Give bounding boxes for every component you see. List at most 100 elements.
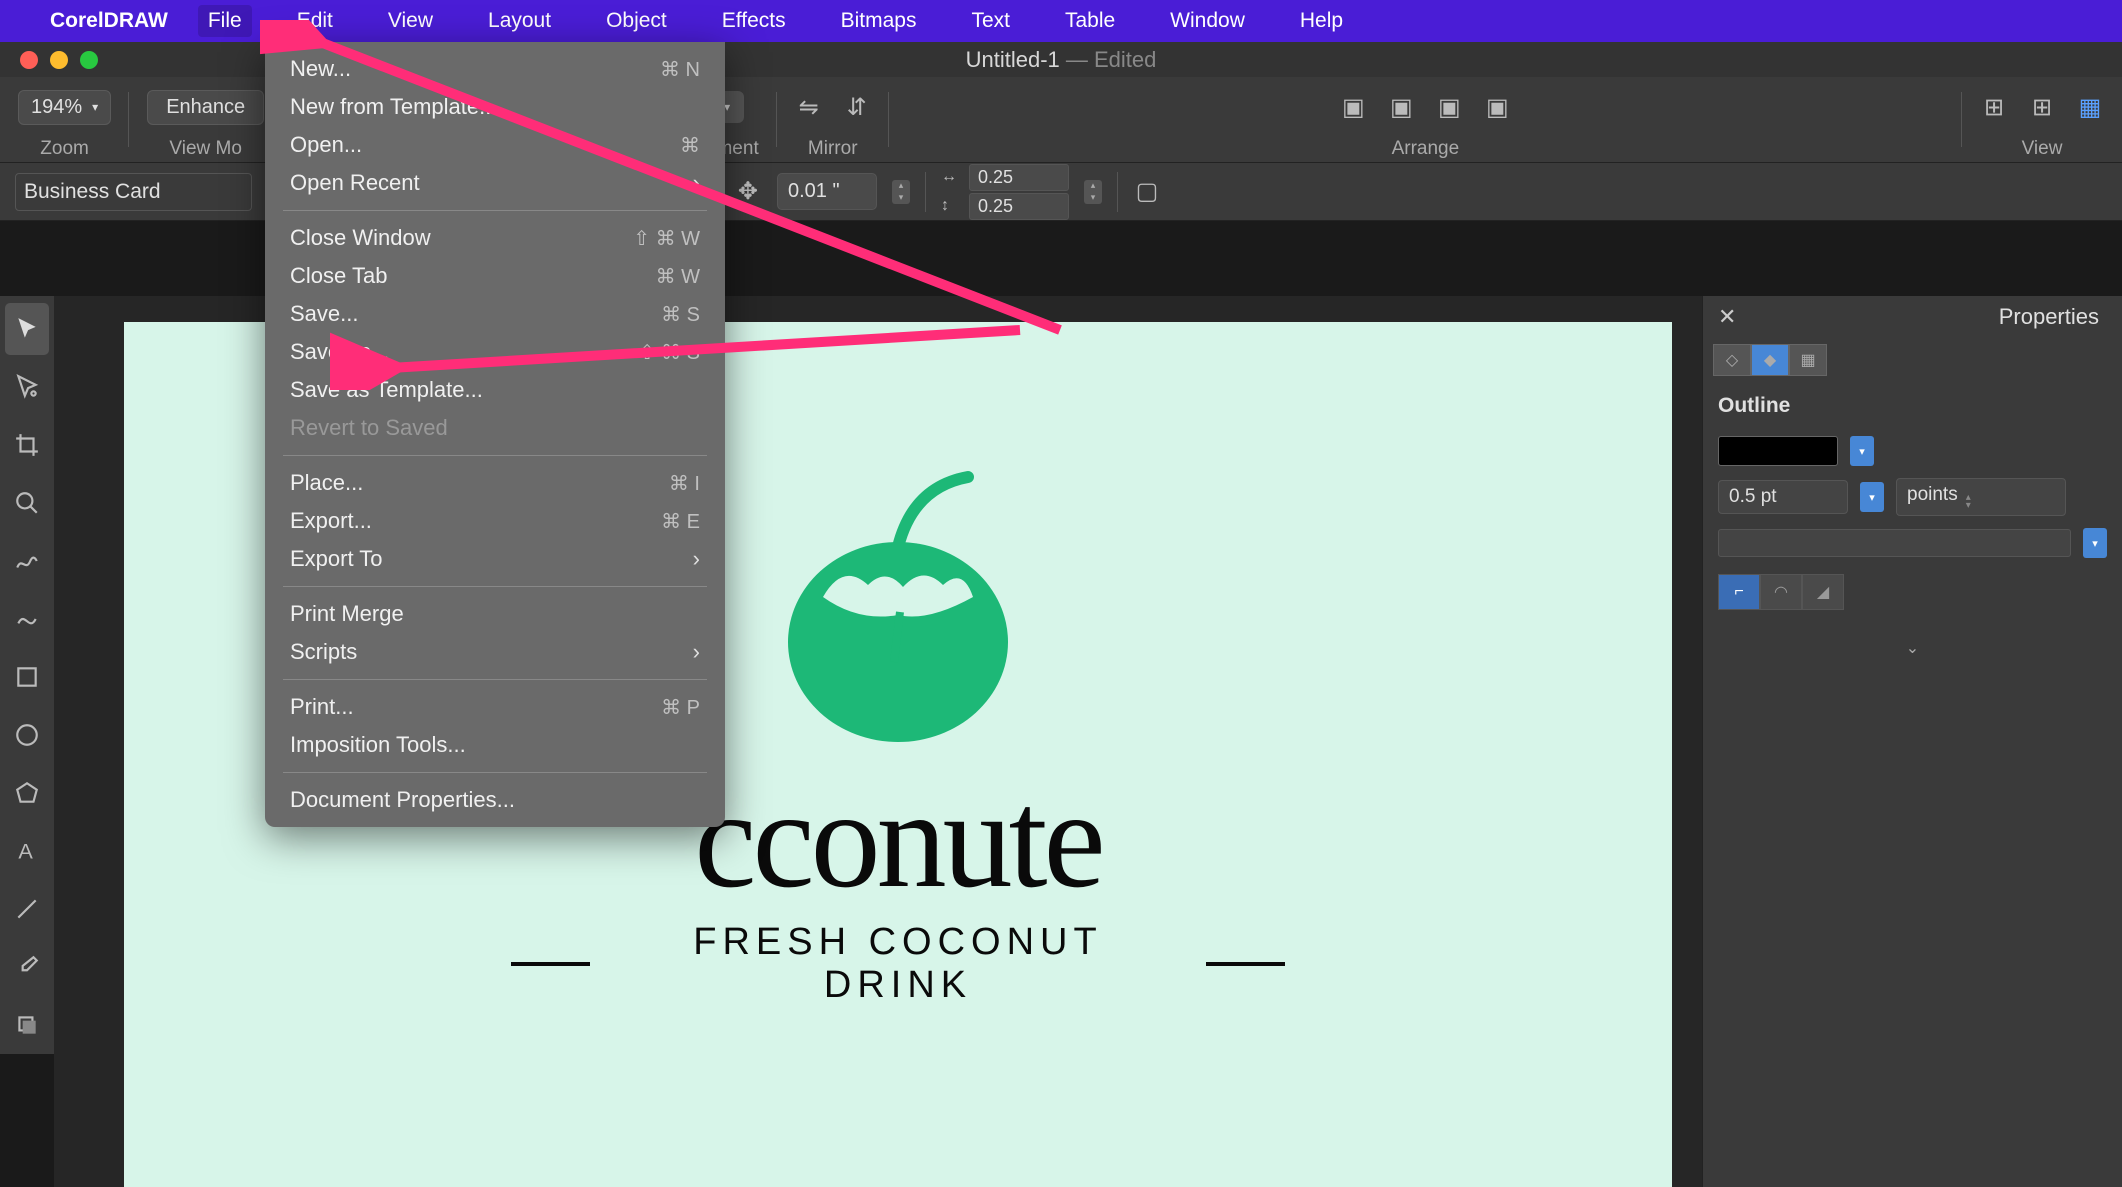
dup-spinner[interactable]: ▴▾: [1084, 180, 1102, 204]
menu-item-label: Print Merge: [290, 601, 404, 627]
zoom-level-combo[interactable]: 194%▾: [18, 90, 111, 125]
outline-tab[interactable]: ◇: [1713, 344, 1751, 376]
nudge-input[interactable]: 0.01 ": [777, 173, 877, 210]
minimize-window-button[interactable]: [50, 51, 68, 69]
app-name[interactable]: CorelDRAW: [50, 9, 168, 33]
miter-join-button[interactable]: ⌐: [1718, 574, 1760, 610]
outline-style-row: ▾: [1703, 522, 2122, 564]
menu-separator: [283, 586, 707, 587]
menu-table[interactable]: Table: [1055, 5, 1125, 37]
mac-menubar: CorelDRAW File Edit View Layout Object E…: [0, 0, 2122, 42]
rulers-icon[interactable]: ⊞: [1980, 93, 2008, 121]
mirror-horizontal-icon[interactable]: ⇋: [795, 93, 823, 121]
freehand-tool[interactable]: [5, 535, 49, 587]
file-menu-item-export[interactable]: Export...⌘ E: [265, 502, 725, 540]
menu-item-shortcut: ⌘ S: [661, 302, 700, 327]
file-menu-item-export-to[interactable]: Export To›: [265, 540, 725, 578]
separator: [1117, 172, 1118, 212]
file-menu-item-save-as-template[interactable]: Save as Template...: [265, 371, 725, 409]
menu-item-shortcut: ⇧ ⌘ S: [639, 340, 700, 365]
crop-tool[interactable]: [5, 419, 49, 471]
menu-item-shortcut: ⌘ P: [661, 695, 700, 720]
page-preset-select[interactable]: Business Card: [15, 173, 252, 211]
submenu-arrow-icon: ›: [693, 546, 700, 572]
file-menu-item-new-from-template[interactable]: New from Template...: [265, 88, 725, 126]
expand-section-icon[interactable]: ⌄: [1703, 620, 2122, 676]
line-tool[interactable]: [5, 883, 49, 935]
zoom-tool[interactable]: [5, 477, 49, 529]
view-mode-label: View Mo: [169, 138, 242, 160]
file-menu-item-open[interactable]: Open...⌘: [265, 126, 725, 164]
width-dropdown-button[interactable]: ▾: [1860, 482, 1884, 512]
file-menu-item-save[interactable]: Save...⌘ S: [265, 295, 725, 333]
line-style-select[interactable]: [1718, 529, 2071, 557]
menu-item-label: New from Template...: [290, 94, 497, 120]
nudge-icon: ✥: [734, 178, 762, 206]
view-quality-button[interactable]: Enhance: [147, 90, 264, 125]
duplicate-y-input[interactable]: 0.25: [969, 193, 1069, 220]
nudge-spinner[interactable]: ▴▾: [892, 180, 910, 204]
close-window-button[interactable]: [20, 51, 38, 69]
grid-icon[interactable]: ⊞: [2028, 93, 2056, 121]
guides-icon[interactable]: ▦: [2076, 93, 2104, 121]
menu-item-label: Open...: [290, 132, 362, 158]
style-dropdown-button[interactable]: ▾: [2083, 528, 2107, 558]
text-tool[interactable]: A: [5, 825, 49, 877]
menu-object[interactable]: Object: [596, 5, 677, 37]
file-menu-item-print[interactable]: Print...⌘ P: [265, 688, 725, 726]
file-menu-item-revert-to-saved: Revert to Saved: [265, 409, 725, 447]
outline-section-title: Outline: [1703, 382, 2122, 430]
menu-layout[interactable]: Layout: [478, 5, 561, 37]
file-menu-item-document-properties[interactable]: Document Properties...: [265, 781, 725, 819]
arrange-label: Arrange: [1392, 138, 1460, 160]
menu-text[interactable]: Text: [961, 5, 1020, 37]
bevel-join-button[interactable]: ◢: [1802, 574, 1844, 610]
outline-width-select[interactable]: 0.5 pt: [1718, 480, 1848, 514]
page-frame-icon[interactable]: ▢: [1133, 178, 1161, 206]
file-menu-item-imposition-tools[interactable]: Imposition Tools...: [265, 726, 725, 764]
file-menu-item-place[interactable]: Place...⌘ I: [265, 464, 725, 502]
menu-window[interactable]: Window: [1160, 5, 1255, 37]
eyedropper-tool[interactable]: [5, 941, 49, 993]
file-menu-item-save-as[interactable]: Save As...⇧ ⌘ S: [265, 333, 725, 371]
duplicate-x-input[interactable]: 0.25: [969, 164, 1069, 191]
menu-effects[interactable]: Effects: [712, 5, 796, 37]
to-front-icon[interactable]: ▣: [1339, 93, 1367, 121]
outline-units-select[interactable]: points▴▾: [1896, 478, 2066, 516]
close-panel-icon[interactable]: ✕: [1718, 304, 1736, 330]
menu-edit[interactable]: Edit: [287, 5, 343, 37]
color-dropdown-button[interactable]: ▾: [1850, 436, 1874, 466]
to-back-icon[interactable]: ▣: [1483, 93, 1511, 121]
menu-item-shortcut: ⌘ I: [669, 471, 700, 496]
menu-bitmaps[interactable]: Bitmaps: [831, 5, 927, 37]
forward-one-icon[interactable]: ▣: [1387, 93, 1415, 121]
properties-tabs: ◇ ◆ ▦: [1703, 338, 2122, 382]
menu-item-label: Close Window: [290, 225, 431, 251]
polygon-tool[interactable]: [5, 767, 49, 819]
file-menu-item-print-merge[interactable]: Print Merge: [265, 595, 725, 633]
back-one-icon[interactable]: ▣: [1435, 93, 1463, 121]
shadow-tool[interactable]: [5, 999, 49, 1051]
shape-tool[interactable]: [5, 361, 49, 413]
rectangle-tool[interactable]: [5, 651, 49, 703]
file-menu-item-new[interactable]: New...⌘ N: [265, 50, 725, 88]
fill-tab[interactable]: ◆: [1751, 344, 1789, 376]
transparency-tab[interactable]: ▦: [1789, 344, 1827, 376]
ellipse-tool[interactable]: [5, 709, 49, 761]
round-join-button[interactable]: ◠: [1760, 574, 1802, 610]
maximize-window-button[interactable]: [80, 51, 98, 69]
menu-help[interactable]: Help: [1290, 5, 1353, 37]
file-menu-item-open-recent[interactable]: Open Recent›: [265, 164, 725, 202]
file-menu-item-close-window[interactable]: Close Window⇧ ⌘ W: [265, 219, 725, 257]
menu-file[interactable]: File: [198, 5, 252, 37]
outline-color-swatch[interactable]: [1718, 436, 1838, 466]
mirror-vertical-icon[interactable]: ⇵: [843, 93, 871, 121]
pick-tool[interactable]: [5, 303, 49, 355]
file-menu-dropdown: New...⌘ N New from Template... Open...⌘Ope…: [265, 42, 725, 827]
artistic-media-tool[interactable]: [5, 593, 49, 645]
file-menu-item-scripts[interactable]: Scripts›: [265, 633, 725, 671]
file-menu-item-close-tab[interactable]: Close Tab⌘ W: [265, 257, 725, 295]
window-title: Untitled-1 — Edited: [966, 47, 1157, 73]
coconut-logo-icon: [768, 467, 1028, 747]
menu-view[interactable]: View: [378, 5, 443, 37]
